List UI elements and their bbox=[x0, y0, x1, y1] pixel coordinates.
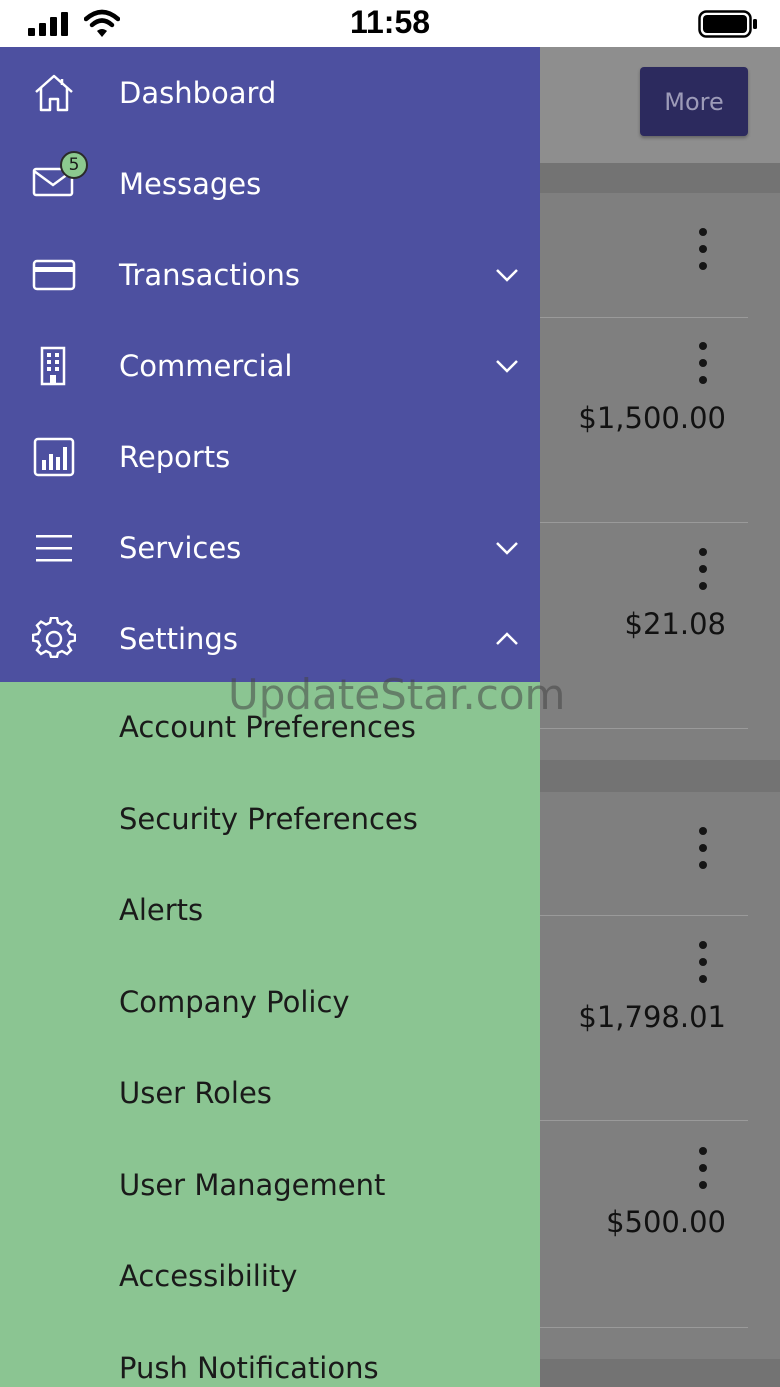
nav-label: Settings bbox=[119, 621, 238, 656]
menu-icon bbox=[36, 534, 72, 561]
nav-item-reports[interactable]: Reports bbox=[0, 411, 540, 502]
more-button[interactable]: More bbox=[640, 67, 748, 136]
transaction-amount: $1,798.01 bbox=[578, 1000, 726, 1034]
bar-chart-icon bbox=[33, 437, 75, 476]
chevron-down-icon bbox=[496, 359, 518, 373]
navigation-drawer: Dashboard 5 Messages Transactions Commer… bbox=[0, 47, 540, 682]
nav-item-settings[interactable]: Settings bbox=[0, 593, 540, 684]
status-time: 11:58 bbox=[349, 4, 431, 40]
row-divider bbox=[540, 915, 748, 916]
nav-item-services[interactable]: Services bbox=[0, 502, 540, 593]
more-options-icon[interactable] bbox=[694, 228, 712, 278]
battery-icon bbox=[698, 10, 757, 38]
transaction-amount: $1,500.00 bbox=[578, 401, 726, 435]
transaction-amount: $500.00 bbox=[606, 1205, 726, 1239]
more-options-icon[interactable] bbox=[694, 1147, 712, 1197]
nav-label: Transactions bbox=[119, 257, 301, 292]
home-icon bbox=[35, 74, 73, 111]
nav-item-dashboard[interactable]: Dashboard bbox=[0, 47, 540, 138]
card-icon bbox=[32, 259, 76, 290]
row-divider bbox=[540, 317, 748, 318]
section-separator bbox=[540, 163, 780, 193]
transaction-card bbox=[540, 193, 780, 760]
submenu-item-alerts[interactable]: Alerts bbox=[119, 893, 203, 927]
section-separator bbox=[540, 1359, 780, 1387]
gear-icon bbox=[32, 616, 76, 658]
chevron-down-icon bbox=[496, 541, 518, 555]
row-divider bbox=[540, 522, 748, 523]
more-options-icon[interactable] bbox=[694, 548, 712, 598]
submenu-item-push-notifications[interactable]: Push Notifications bbox=[119, 1351, 379, 1385]
chevron-up-icon bbox=[496, 631, 518, 645]
nav-label: Commercial bbox=[119, 348, 293, 383]
nav-label: Messages bbox=[119, 166, 262, 201]
chevron-down-icon bbox=[496, 268, 518, 282]
more-options-icon[interactable] bbox=[694, 827, 712, 877]
row-divider bbox=[540, 728, 748, 729]
nav-label: Services bbox=[119, 530, 242, 565]
submenu-item-security-preferences[interactable]: Security Preferences bbox=[119, 802, 418, 836]
section-separator bbox=[540, 760, 780, 792]
building-icon bbox=[40, 346, 66, 385]
unread-badge: 5 bbox=[60, 150, 88, 179]
submenu-item-user-management[interactable]: User Management bbox=[119, 1168, 385, 1202]
nav-label: Reports bbox=[119, 439, 231, 474]
nav-item-commercial[interactable]: Commercial bbox=[0, 320, 540, 411]
row-divider bbox=[540, 1327, 748, 1328]
more-options-icon[interactable] bbox=[694, 941, 712, 991]
nav-item-messages[interactable]: 5 Messages bbox=[0, 138, 540, 229]
submenu-item-company-policy[interactable]: Company Policy bbox=[119, 985, 350, 1019]
submenu-item-accessibility[interactable]: Accessibility bbox=[119, 1259, 297, 1293]
status-bar: 11:58 bbox=[0, 0, 780, 47]
row-divider bbox=[540, 1120, 748, 1121]
more-options-icon[interactable] bbox=[694, 342, 712, 392]
mail-icon-wrapper: 5 bbox=[32, 150, 88, 201]
transaction-card bbox=[540, 792, 780, 1359]
submenu-item-account-preferences[interactable]: Account Preferences bbox=[119, 710, 416, 744]
nav-label: Dashboard bbox=[119, 75, 277, 110]
nav-item-transactions[interactable]: Transactions bbox=[0, 229, 540, 320]
settings-submenu: Account Preferences Security Preferences… bbox=[0, 682, 540, 1387]
submenu-item-user-roles[interactable]: User Roles bbox=[119, 1076, 272, 1110]
transaction-amount: $21.08 bbox=[624, 607, 726, 641]
